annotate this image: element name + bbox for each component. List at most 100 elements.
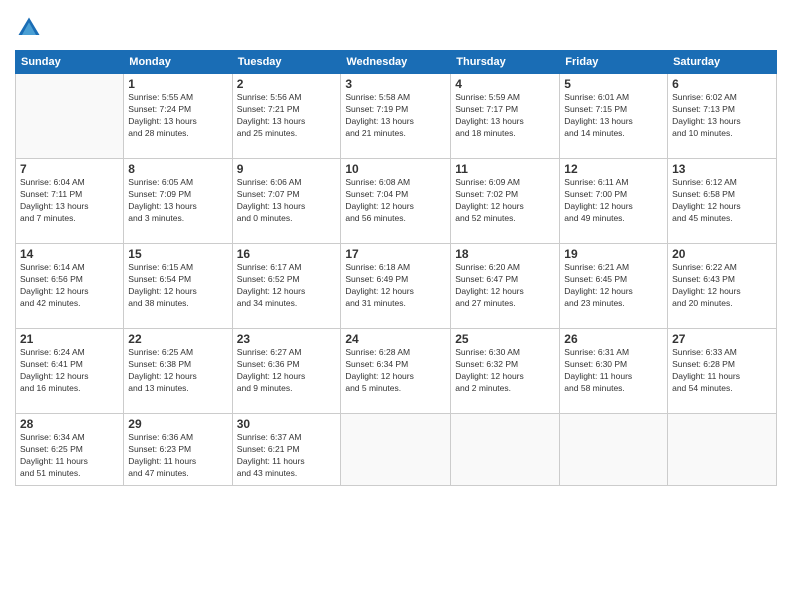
day-cell: 12Sunrise: 6:11 AM Sunset: 7:00 PM Dayli… [560,159,668,244]
day-number: 12 [564,162,663,176]
day-number: 13 [672,162,772,176]
day-info: Sunrise: 6:11 AM Sunset: 7:00 PM Dayligh… [564,177,663,225]
day-cell: 23Sunrise: 6:27 AM Sunset: 6:36 PM Dayli… [232,329,341,414]
day-cell: 21Sunrise: 6:24 AM Sunset: 6:41 PM Dayli… [16,329,124,414]
day-cell: 20Sunrise: 6:22 AM Sunset: 6:43 PM Dayli… [668,244,777,329]
day-cell: 26Sunrise: 6:31 AM Sunset: 6:30 PM Dayli… [560,329,668,414]
day-cell: 11Sunrise: 6:09 AM Sunset: 7:02 PM Dayli… [451,159,560,244]
day-number: 20 [672,247,772,261]
day-cell [341,414,451,486]
day-number: 6 [672,77,772,91]
day-cell: 22Sunrise: 6:25 AM Sunset: 6:38 PM Dayli… [124,329,232,414]
day-info: Sunrise: 5:55 AM Sunset: 7:24 PM Dayligh… [128,92,227,140]
day-header: Monday [124,51,232,74]
day-number: 30 [237,417,337,431]
day-info: Sunrise: 6:12 AM Sunset: 6:58 PM Dayligh… [672,177,772,225]
calendar: SundayMondayTuesdayWednesdayThursdayFrid… [15,50,777,486]
day-number: 21 [20,332,119,346]
day-cell: 9Sunrise: 6:06 AM Sunset: 7:07 PM Daylig… [232,159,341,244]
day-info: Sunrise: 5:58 AM Sunset: 7:19 PM Dayligh… [345,92,446,140]
day-number: 4 [455,77,555,91]
day-info: Sunrise: 6:21 AM Sunset: 6:45 PM Dayligh… [564,262,663,310]
day-number: 23 [237,332,337,346]
day-info: Sunrise: 6:14 AM Sunset: 6:56 PM Dayligh… [20,262,119,310]
day-header: Friday [560,51,668,74]
day-number: 10 [345,162,446,176]
day-cell: 13Sunrise: 6:12 AM Sunset: 6:58 PM Dayli… [668,159,777,244]
day-info: Sunrise: 6:01 AM Sunset: 7:15 PM Dayligh… [564,92,663,140]
day-cell [451,414,560,486]
day-header: Wednesday [341,51,451,74]
week-row: 1Sunrise: 5:55 AM Sunset: 7:24 PM Daylig… [16,74,777,159]
day-number: 9 [237,162,337,176]
day-cell: 27Sunrise: 6:33 AM Sunset: 6:28 PM Dayli… [668,329,777,414]
day-cell: 3Sunrise: 5:58 AM Sunset: 7:19 PM Daylig… [341,74,451,159]
day-info: Sunrise: 6:37 AM Sunset: 6:21 PM Dayligh… [237,432,337,480]
day-cell: 25Sunrise: 6:30 AM Sunset: 6:32 PM Dayli… [451,329,560,414]
day-number: 25 [455,332,555,346]
day-number: 1 [128,77,227,91]
day-info: Sunrise: 6:06 AM Sunset: 7:07 PM Dayligh… [237,177,337,225]
day-info: Sunrise: 5:59 AM Sunset: 7:17 PM Dayligh… [455,92,555,140]
day-cell: 30Sunrise: 6:37 AM Sunset: 6:21 PM Dayli… [232,414,341,486]
day-number: 19 [564,247,663,261]
day-info: Sunrise: 5:56 AM Sunset: 7:21 PM Dayligh… [237,92,337,140]
day-cell [668,414,777,486]
day-header: Sunday [16,51,124,74]
day-info: Sunrise: 6:17 AM Sunset: 6:52 PM Dayligh… [237,262,337,310]
day-cell: 17Sunrise: 6:18 AM Sunset: 6:49 PM Dayli… [341,244,451,329]
day-cell: 7Sunrise: 6:04 AM Sunset: 7:11 PM Daylig… [16,159,124,244]
header [15,10,777,42]
day-info: Sunrise: 6:05 AM Sunset: 7:09 PM Dayligh… [128,177,227,225]
week-row: 28Sunrise: 6:34 AM Sunset: 6:25 PM Dayli… [16,414,777,486]
day-cell: 14Sunrise: 6:14 AM Sunset: 6:56 PM Dayli… [16,244,124,329]
day-info: Sunrise: 6:15 AM Sunset: 6:54 PM Dayligh… [128,262,227,310]
day-cell: 24Sunrise: 6:28 AM Sunset: 6:34 PM Dayli… [341,329,451,414]
day-cell [16,74,124,159]
day-number: 15 [128,247,227,261]
day-cell: 8Sunrise: 6:05 AM Sunset: 7:09 PM Daylig… [124,159,232,244]
day-cell: 2Sunrise: 5:56 AM Sunset: 7:21 PM Daylig… [232,74,341,159]
day-info: Sunrise: 6:09 AM Sunset: 7:02 PM Dayligh… [455,177,555,225]
day-cell: 19Sunrise: 6:21 AM Sunset: 6:45 PM Dayli… [560,244,668,329]
week-row: 7Sunrise: 6:04 AM Sunset: 7:11 PM Daylig… [16,159,777,244]
day-info: Sunrise: 6:33 AM Sunset: 6:28 PM Dayligh… [672,347,772,395]
day-cell [560,414,668,486]
day-info: Sunrise: 6:27 AM Sunset: 6:36 PM Dayligh… [237,347,337,395]
logo [15,14,45,42]
day-info: Sunrise: 6:04 AM Sunset: 7:11 PM Dayligh… [20,177,119,225]
day-number: 26 [564,332,663,346]
day-cell: 15Sunrise: 6:15 AM Sunset: 6:54 PM Dayli… [124,244,232,329]
day-info: Sunrise: 6:22 AM Sunset: 6:43 PM Dayligh… [672,262,772,310]
day-info: Sunrise: 6:28 AM Sunset: 6:34 PM Dayligh… [345,347,446,395]
logo-icon [15,14,43,42]
week-row: 21Sunrise: 6:24 AM Sunset: 6:41 PM Dayli… [16,329,777,414]
page: SundayMondayTuesdayWednesdayThursdayFrid… [0,0,792,612]
day-number: 18 [455,247,555,261]
week-row: 14Sunrise: 6:14 AM Sunset: 6:56 PM Dayli… [16,244,777,329]
day-cell: 28Sunrise: 6:34 AM Sunset: 6:25 PM Dayli… [16,414,124,486]
day-number: 22 [128,332,227,346]
day-number: 29 [128,417,227,431]
day-cell: 29Sunrise: 6:36 AM Sunset: 6:23 PM Dayli… [124,414,232,486]
header-row: SundayMondayTuesdayWednesdayThursdayFrid… [16,51,777,74]
day-cell: 18Sunrise: 6:20 AM Sunset: 6:47 PM Dayli… [451,244,560,329]
day-number: 11 [455,162,555,176]
day-info: Sunrise: 6:08 AM Sunset: 7:04 PM Dayligh… [345,177,446,225]
day-info: Sunrise: 6:36 AM Sunset: 6:23 PM Dayligh… [128,432,227,480]
day-number: 17 [345,247,446,261]
day-cell: 6Sunrise: 6:02 AM Sunset: 7:13 PM Daylig… [668,74,777,159]
day-number: 28 [20,417,119,431]
day-info: Sunrise: 6:25 AM Sunset: 6:38 PM Dayligh… [128,347,227,395]
day-info: Sunrise: 6:02 AM Sunset: 7:13 PM Dayligh… [672,92,772,140]
day-cell: 1Sunrise: 5:55 AM Sunset: 7:24 PM Daylig… [124,74,232,159]
day-info: Sunrise: 6:31 AM Sunset: 6:30 PM Dayligh… [564,347,663,395]
day-header: Thursday [451,51,560,74]
day-number: 8 [128,162,227,176]
day-info: Sunrise: 6:24 AM Sunset: 6:41 PM Dayligh… [20,347,119,395]
day-number: 5 [564,77,663,91]
day-header: Tuesday [232,51,341,74]
day-info: Sunrise: 6:30 AM Sunset: 6:32 PM Dayligh… [455,347,555,395]
day-info: Sunrise: 6:34 AM Sunset: 6:25 PM Dayligh… [20,432,119,480]
day-header: Saturday [668,51,777,74]
